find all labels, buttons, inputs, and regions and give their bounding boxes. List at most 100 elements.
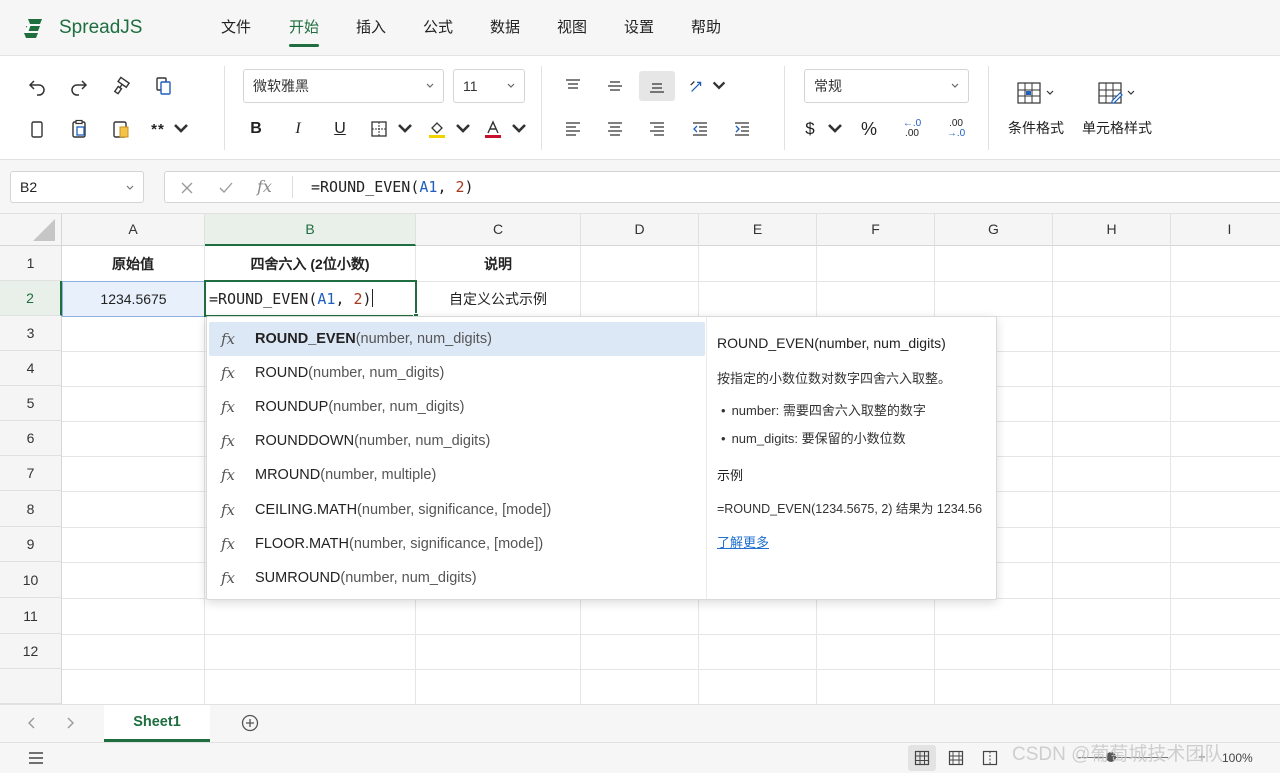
decrease-decimal-button[interactable]: .00 →.0 [941,114,971,144]
row-header-7[interactable]: 7 [0,456,62,491]
select-all-corner[interactable] [0,214,62,246]
row-header-11[interactable]: 11 [0,598,62,634]
insert-function-button[interactable]: fx [257,177,272,196]
column-header-f[interactable]: F [817,214,935,246]
increase-indent-button[interactable] [727,114,757,144]
align-bottom-button[interactable] [639,71,675,101]
learn-more-link[interactable]: 了解更多 [717,532,769,551]
row-header-12[interactable]: 12 [0,634,62,669]
cell-b1[interactable]: 四舍六入 (2位小数) [205,246,415,281]
redo-icon [71,80,88,96]
cell-a2[interactable]: 1234.5675 [62,281,205,317]
column-header-b[interactable]: B [205,214,416,246]
undo-button[interactable] [22,71,52,101]
number-format-select[interactable]: 常规 [804,69,969,103]
align-right-button[interactable] [642,114,672,144]
decrease-indent-button[interactable] [685,114,715,144]
cell-c1[interactable]: 说明 [416,246,580,281]
increase-decimal-button[interactable]: ←.0 .00 [897,114,927,144]
italic-button[interactable]: I [283,114,313,144]
menu-insert[interactable]: 插入 [356,18,386,38]
normal-view-button[interactable] [908,745,936,771]
name-box[interactable]: B2 [10,171,144,203]
redo-button[interactable] [64,71,94,101]
menu-data[interactable]: 数据 [490,18,520,38]
autocomplete-item[interactable]: fx ROUNDDOWN (number, num_digits) [209,424,705,458]
row-header-4[interactable]: 4 [0,351,62,386]
row-header-10[interactable]: 10 [0,562,62,598]
autocomplete-item[interactable]: fx ROUNDUP (number, num_digits) [209,390,705,424]
align-center-button[interactable] [600,114,630,144]
column-header-e[interactable]: E [699,214,817,246]
prev-sheet-button[interactable] [24,715,40,731]
orientation-button[interactable] [688,71,728,101]
row-header-13[interactable] [0,669,62,704]
sheet-tab[interactable]: Sheet1 [104,705,210,742]
next-sheet-button[interactable] [62,715,78,731]
row-header-9[interactable]: 9 [0,527,62,562]
column-header-h[interactable]: H [1053,214,1171,246]
param-item: • number: 需要四舍六入取整的数字 [721,400,926,419]
menu-view[interactable]: 视图 [557,18,587,38]
font-family-select[interactable]: 微软雅黑 [243,69,444,103]
row-header-8[interactable]: 8 [0,491,62,527]
autocomplete-item[interactable]: fx ROUND (number, num_digits) [209,356,705,390]
menu-button[interactable] [27,750,45,766]
align-left-button[interactable] [558,114,588,144]
autocomplete-item[interactable]: fx SUMROUND (number, num_digits) [209,561,705,595]
column-header-d[interactable]: D [581,214,699,246]
column-header-a[interactable]: A [62,214,205,246]
function-autocomplete: fx ROUND_EVEN (number, num_digits) fx ROU… [206,316,997,600]
editor-suffix: ) [362,290,372,308]
confirm-edit-icon[interactable] [218,180,234,196]
row-header-2[interactable]: 2 [0,281,62,316]
column-header-i[interactable]: I [1171,214,1280,246]
function-name: ROUND_EVEN [255,331,356,347]
page-break-button[interactable] [976,745,1004,771]
copy-button[interactable] [148,71,178,101]
align-left-icon [566,122,580,136]
menu-settings[interactable]: 设置 [624,18,654,38]
bold-button[interactable]: B [241,114,271,144]
column-header-c[interactable]: C [416,214,581,246]
cancel-edit-icon[interactable] [179,180,195,196]
column-header-g[interactable]: G [935,214,1053,246]
menu-formulas[interactable]: 公式 [423,18,453,38]
autocomplete-item[interactable]: fx ROUND_EVEN (number, num_digits) [209,322,705,356]
borders-button[interactable] [369,114,415,144]
active-cell-editor[interactable]: =ROUND_EVEN(A1, 2) [204,280,419,319]
menu-file[interactable]: 文件 [221,18,251,38]
row-header-1[interactable]: 1 [0,246,62,281]
row-header-5[interactable]: 5 [0,386,62,421]
paste-special-button[interactable] [106,114,136,144]
menu-home[interactable]: 开始 [289,18,319,38]
autocomplete-item[interactable]: fx MROUND (number, multiple) [209,458,705,492]
page-layout-button[interactable] [942,745,970,771]
align-middle-icon [608,81,622,91]
cell-a1[interactable]: 原始值 [62,246,204,281]
conditional-format-button[interactable]: 条件格式 [1004,76,1068,140]
currency-format-button[interactable]: $ [802,114,848,144]
autocomplete-item[interactable]: fx FLOOR.MATH (number, significance, [mod… [209,527,705,561]
menu-help[interactable]: 帮助 [691,18,721,38]
ribbon-separator [224,66,225,150]
font-family-value: 微软雅黑 [253,78,309,94]
row-header-3[interactable]: 3 [0,316,62,351]
align-middle-button[interactable] [600,71,630,101]
add-sheet-button[interactable] [241,714,259,732]
paste-button[interactable] [64,114,94,144]
align-top-button[interactable] [558,71,588,101]
font-color-button[interactable] [483,114,529,144]
autocomplete-item[interactable]: fx CEILING.MATH (number, significance, [m… [209,493,705,527]
more-clipboard-button[interactable]: ** [148,114,194,144]
percent-format-button[interactable]: % [854,114,884,144]
font-size-select[interactable]: 11 [453,69,525,103]
row-header-6[interactable]: 6 [0,421,62,456]
cut-button[interactable] [22,114,52,144]
borders-icon [371,121,387,137]
cell-styles-button[interactable]: 单元格样式 [1080,76,1154,140]
fill-color-button[interactable] [427,114,473,144]
cell-c2[interactable]: 自定义公式示例 [416,281,580,316]
underline-button[interactable]: U [325,114,355,144]
format-painter-button[interactable] [106,71,136,101]
